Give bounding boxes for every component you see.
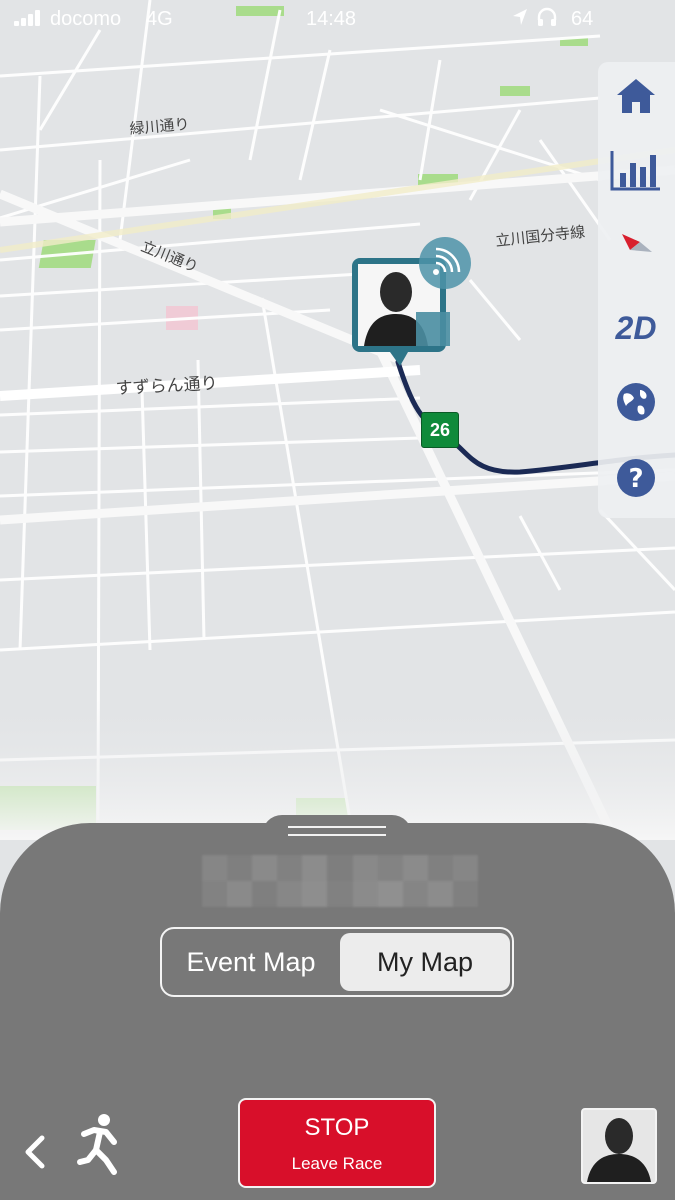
view-mode-icon: 2D (615, 309, 657, 346)
person-icon (583, 1110, 655, 1182)
location-icon (512, 8, 528, 32)
home-icon (617, 79, 655, 113)
status-bar: docomo 4G 14:48 64 (0, 0, 675, 36)
compass-icon (622, 234, 652, 252)
redacted-runner-name (202, 855, 478, 907)
clock: 14:48 (306, 8, 357, 30)
event-map-tab[interactable]: Event Map (162, 929, 340, 995)
drag-handle-icon[interactable] (288, 826, 386, 838)
stop-button[interactable]: STOP Leave Race (238, 1098, 436, 1188)
back-icon[interactable] (20, 1132, 50, 1172)
battery-label: 64 (571, 8, 594, 30)
svg-text:?: ? (628, 464, 643, 494)
help-button[interactable]: ? (608, 450, 664, 506)
distance-marker: 26 (421, 412, 459, 448)
network-label: 4G (146, 8, 173, 30)
stop-button-title: STOP (304, 1114, 370, 1141)
live-signal-icon (419, 237, 471, 289)
help-icon: ? (617, 459, 655, 497)
runner-icon[interactable] (74, 1112, 126, 1176)
headphones-icon (536, 6, 558, 34)
view-mode-button[interactable]: 2D (608, 300, 664, 356)
my-map-tab[interactable]: My Map (340, 933, 510, 991)
globe-button[interactable] (608, 374, 664, 430)
carrier-label: docomo (50, 8, 122, 30)
stop-button-subtitle: Leave Race (291, 1154, 383, 1173)
avatar[interactable] (581, 1108, 657, 1184)
home-button[interactable] (608, 68, 664, 124)
stats-button[interactable] (608, 142, 664, 198)
map-toolbar: 2D ? (598, 62, 675, 518)
compass-button[interactable] (608, 214, 664, 270)
bar-chart-icon (610, 151, 660, 191)
globe-icon (617, 383, 655, 421)
map-mode-toggle: Event Map My Map (160, 927, 514, 997)
signal-icon (14, 10, 44, 26)
